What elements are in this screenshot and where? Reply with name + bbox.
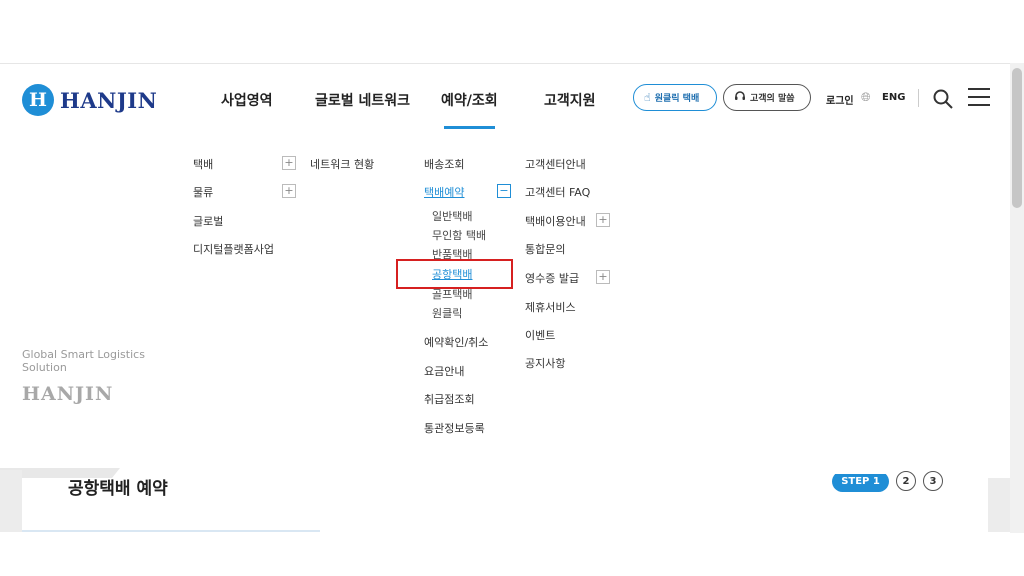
search-icon[interactable] bbox=[932, 88, 954, 110]
menu-item-rate-guide[interactable]: 요금안내 bbox=[424, 363, 464, 379]
menu-item-digital-platform[interactable]: 디지털플랫폼사업 bbox=[193, 241, 274, 257]
menu-item-agency-search[interactable]: 취급점조회 bbox=[424, 391, 475, 407]
expand-plus-icon[interactable]: + bbox=[282, 184, 296, 198]
globe-icon: 🌐︎ bbox=[861, 90, 871, 104]
menu-item-receipt-issue[interactable]: 영수증 발급 bbox=[525, 270, 579, 286]
submenu-item-one-click[interactable]: 원클릭 bbox=[432, 305, 462, 321]
menu-item-integrated-inquiry[interactable]: 통합문의 bbox=[525, 241, 565, 257]
menu-item-faq[interactable]: 고객센터 FAQ bbox=[525, 184, 590, 200]
menu-item-customs-registration[interactable]: 통관정보등록 bbox=[424, 420, 485, 436]
background-right bbox=[988, 478, 1010, 532]
slogan-line-1: Global Smart Logistics bbox=[22, 348, 145, 361]
logo-text: HANJIN bbox=[60, 87, 158, 113]
top-divider bbox=[0, 63, 1024, 64]
menu-item-reservation-check-cancel[interactable]: 예약확인/취소 bbox=[424, 334, 488, 350]
nav-reservation[interactable]: 예약/조회 bbox=[441, 90, 498, 110]
nav-business[interactable]: 사업영역 bbox=[221, 90, 273, 110]
one-click-delivery-button[interactable]: ☝ 원클릭 택배 bbox=[633, 84, 717, 111]
one-click-label: 원클릭 택배 bbox=[654, 94, 700, 104]
hanjin-logo[interactable]: H HANJIN bbox=[22, 84, 157, 116]
submenu-item-general-parcel[interactable]: 일반택배 bbox=[432, 208, 472, 224]
menu-item-parcel-reservation[interactable]: 택배예약 bbox=[424, 184, 464, 200]
step-2-indicator: 2 bbox=[896, 471, 916, 491]
step-1-badge: STEP 1 bbox=[832, 474, 889, 492]
hamburger-menu-icon[interactable] bbox=[968, 88, 990, 108]
menu-item-logistics[interactable]: 물류 bbox=[193, 184, 213, 200]
menu-item-notice[interactable]: 공지사항 bbox=[525, 355, 565, 371]
language-english-link[interactable]: ENG bbox=[882, 92, 905, 103]
step-3-indicator: 3 bbox=[923, 471, 943, 491]
expand-plus-icon[interactable]: + bbox=[596, 270, 610, 284]
login-link[interactable]: 로그인 bbox=[826, 92, 854, 107]
expand-plus-icon[interactable]: + bbox=[596, 213, 610, 227]
menu-item-customer-center[interactable]: 고객센터안내 bbox=[525, 156, 586, 172]
menu-item-partnership[interactable]: 제휴서비스 bbox=[525, 299, 576, 315]
customer-voice-button[interactable]: 고객의 말씀 bbox=[723, 84, 811, 111]
highlight-annotation-box bbox=[396, 259, 513, 289]
logo-mark-icon: H bbox=[22, 84, 54, 116]
menu-item-parcel-usage-guide[interactable]: 택배이용안내 bbox=[525, 213, 586, 229]
collapse-minus-icon[interactable]: − bbox=[497, 184, 511, 198]
menu-item-parcel[interactable]: 택배 bbox=[193, 156, 213, 172]
touch-icon: ☝ bbox=[644, 91, 651, 104]
menu-item-global[interactable]: 글로벌 bbox=[193, 213, 223, 229]
side-logo: HANJIN bbox=[22, 383, 114, 405]
scrollbar-thumb[interactable] bbox=[1012, 68, 1022, 208]
expand-plus-icon[interactable]: + bbox=[282, 156, 296, 170]
nav-customer-support[interactable]: 고객지원 bbox=[544, 90, 596, 110]
slogan-line-2: Solution bbox=[22, 361, 67, 374]
submenu-item-locker-parcel[interactable]: 무인함 택배 bbox=[432, 227, 486, 243]
content-divider bbox=[22, 530, 320, 532]
menu-item-tracking[interactable]: 배송조회 bbox=[424, 156, 464, 172]
headset-icon bbox=[734, 90, 746, 105]
nav-active-indicator bbox=[444, 126, 495, 129]
menu-item-network-status[interactable]: 네트워크 현황 bbox=[310, 156, 374, 172]
side-slogan: Global Smart Logistics Solution bbox=[22, 348, 182, 374]
menu-item-event[interactable]: 이벤트 bbox=[525, 327, 555, 343]
customer-voice-label: 고객의 말씀 bbox=[750, 94, 795, 104]
nav-global-network[interactable]: 글로벌 네트워크 bbox=[315, 90, 410, 110]
background-left bbox=[0, 470, 22, 532]
header-separator bbox=[918, 89, 919, 107]
